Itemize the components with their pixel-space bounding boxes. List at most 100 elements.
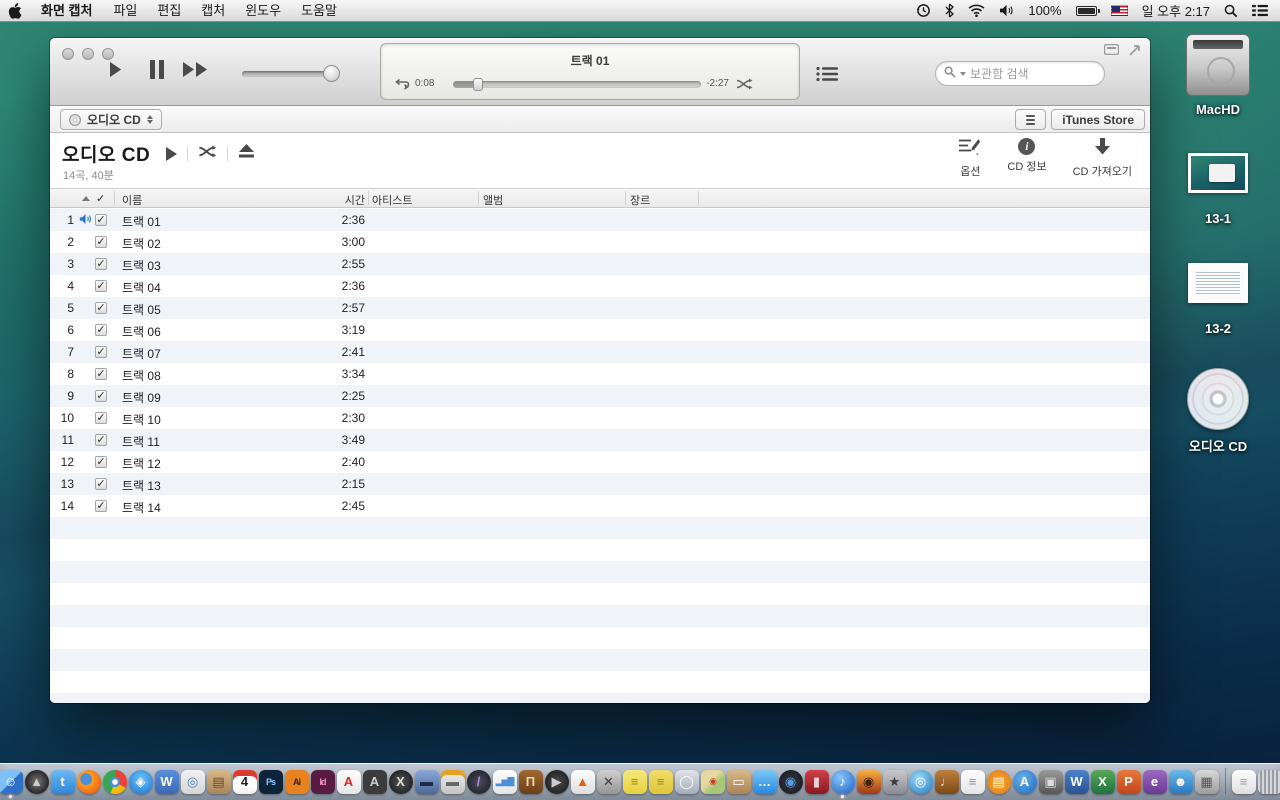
zoom-button[interactable] — [102, 48, 114, 60]
track-checkbox[interactable]: ✓ — [95, 214, 107, 226]
table-row-track-5[interactable]: 5✓트랙 052:57 — [50, 297, 1150, 319]
dock-app-keynote[interactable]: Π — [519, 770, 543, 794]
dock-app-messenger[interactable]: ☻ — [1169, 770, 1193, 794]
track-checkbox[interactable]: ✓ — [95, 434, 107, 446]
track-checkbox[interactable]: ✓ — [95, 346, 107, 358]
dock-app-ibooks[interactable]: ▤ — [987, 770, 1011, 794]
track-checkbox[interactable]: ✓ — [95, 412, 107, 424]
dock-app-finder[interactable]: ☺ — [0, 770, 23, 794]
dock-app-toast[interactable]: ▬ — [415, 770, 439, 794]
dock-app-launchpad[interactable]: ▲ — [25, 770, 49, 794]
cd-import-button[interactable]: CD 가져오기 — [1073, 138, 1132, 179]
dock-app-vlc[interactable]: ▲ — [571, 770, 595, 794]
dock-app-quicktime[interactable]: ▶ — [545, 770, 569, 794]
track-checkbox[interactable]: ✓ — [95, 324, 107, 336]
table-row-track-4[interactable]: 4✓트랙 042:36 — [50, 275, 1150, 297]
dock-app-twitter[interactable]: t — [51, 770, 75, 794]
menu-item-2[interactable]: 편집 — [147, 0, 191, 22]
desktop-icon-13-2[interactable]: 13-2 — [1163, 263, 1273, 336]
previous-track-button[interactable] — [108, 62, 132, 77]
dock-app-firefox[interactable] — [77, 770, 101, 794]
close-button[interactable] — [62, 48, 74, 60]
volume-slider[interactable] — [242, 71, 338, 77]
itunes-store-button[interactable]: iTunes Store — [1051, 109, 1145, 130]
menu-item-1[interactable]: 파일 — [103, 0, 147, 22]
notification-center-icon[interactable] — [1252, 4, 1268, 17]
table-row-track-14[interactable]: 14✓트랙 142:45 — [50, 495, 1150, 517]
eject-icon[interactable] — [238, 144, 255, 163]
dock-app-calendar[interactable]: 4 — [233, 770, 257, 794]
table-row-track-3[interactable]: 3✓트랙 032:55 — [50, 253, 1150, 275]
dock-app-trash[interactable] — [1258, 770, 1280, 794]
track-checkbox[interactable]: ✓ — [95, 456, 107, 468]
dock-app-photo-booth[interactable]: ◉ — [779, 770, 803, 794]
minimize-button[interactable] — [82, 48, 94, 60]
time-machine-icon[interactable] — [916, 3, 931, 18]
dock-app-textedit[interactable]: ≡ — [961, 770, 985, 794]
options-button[interactable]: 옵션 — [959, 138, 981, 179]
dock-app-app-store[interactable]: A — [1013, 770, 1037, 794]
shuffle-icon[interactable] — [736, 77, 753, 95]
dock-app-documents[interactable]: ≡ — [1232, 770, 1256, 794]
column-time[interactable]: 시간 — [305, 192, 365, 208]
dock-app-idvd[interactable]: ◎ — [909, 770, 933, 794]
dock-app-word[interactable]: W — [1065, 770, 1089, 794]
dock-app-toaster[interactable]: ▬ — [441, 770, 465, 794]
dock-app-powerpoint[interactable]: P — [1117, 770, 1141, 794]
column-genre[interactable]: 장르 — [630, 192, 650, 208]
track-checkbox[interactable]: ✓ — [95, 280, 107, 292]
cd-info-button[interactable]: i CD 정보 — [1007, 138, 1046, 179]
column-checkbox-header[interactable]: ✓ — [96, 192, 105, 205]
menu-item-0[interactable]: 화면 캡처 — [30, 0, 103, 22]
dock-app-safari[interactable]: ◈ — [129, 770, 153, 794]
fullscreen-icon[interactable] — [1128, 44, 1141, 57]
dock-app-chrome[interactable] — [103, 770, 127, 794]
dock-app-maps[interactable]: ◉ — [701, 770, 725, 794]
dock-app-photoshop[interactable]: Ps — [259, 770, 283, 794]
dock-app-garageband[interactable]: ♩ — [935, 770, 959, 794]
wifi-icon[interactable] — [968, 4, 985, 17]
dock-app-mailbox[interactable]: ▭ — [727, 770, 751, 794]
media-source-selector[interactable]: 오디오 CD — [60, 109, 162, 130]
volume-knob[interactable] — [323, 65, 340, 82]
table-row-track-2[interactable]: 2✓트랙 023:00 — [50, 231, 1150, 253]
pause-button[interactable] — [150, 60, 165, 79]
dock-app-itunes[interactable]: ♪ — [831, 770, 855, 794]
dock-app-stickies[interactable]: ≡ — [623, 770, 647, 794]
dock-app-entourage[interactable]: e — [1143, 770, 1167, 794]
table-row-track-1[interactable]: 1✓트랙 012:36 — [50, 209, 1150, 231]
dock-app-iphoto[interactable]: ◉ — [857, 770, 881, 794]
input-language-flag-icon[interactable] — [1111, 5, 1128, 16]
track-checkbox[interactable]: ✓ — [95, 478, 107, 490]
column-name[interactable]: 이름 — [122, 192, 142, 208]
search-scope-caret[interactable] — [960, 72, 966, 76]
battery-icon[interactable] — [1076, 6, 1097, 16]
dock-app-excel[interactable]: X — [1091, 770, 1115, 794]
dock-app-contacts[interactable]: ▤ — [207, 770, 231, 794]
track-checkbox[interactable]: ✓ — [95, 236, 107, 248]
dock-app-grab[interactable]: ✕ — [597, 770, 621, 794]
volume-icon[interactable] — [999, 4, 1014, 17]
sort-order-icon[interactable] — [82, 196, 90, 201]
dock-app-ipod[interactable]: ◯ — [675, 770, 699, 794]
shuffle-album-icon[interactable] — [198, 145, 217, 163]
next-track-button[interactable] — [183, 62, 207, 77]
table-row-track-7[interactable]: 7✓트랙 072:41 — [50, 341, 1150, 363]
repeat-icon[interactable] — [394, 77, 410, 95]
miniplayer-icon[interactable] — [1104, 44, 1119, 55]
desktop-icon-audio-cd[interactable]: 오디오 CD — [1163, 368, 1273, 455]
dock-app-notes[interactable]: ≡ — [649, 770, 673, 794]
table-row-track-11[interactable]: 11✓트랙 113:49 — [50, 429, 1150, 451]
dock-app-imovie[interactable]: ★ — [883, 770, 907, 794]
dock-app-messages[interactable]: … — [753, 770, 777, 794]
menu-clock[interactable]: 일 오후 2:17 — [1142, 1, 1210, 20]
dock-app-preview[interactable]: ◎ — [181, 770, 205, 794]
dock-app-acrobat-pro[interactable]: A — [363, 770, 387, 794]
bluetooth-icon[interactable] — [945, 3, 954, 18]
table-row-track-12[interactable]: 12✓트랙 122:40 — [50, 451, 1150, 473]
table-row-track-6[interactable]: 6✓트랙 063:19 — [50, 319, 1150, 341]
dock-app-screen-sharing[interactable]: ▣ — [1039, 770, 1063, 794]
desktop-icon-machd[interactable]: MacHD — [1163, 34, 1273, 117]
dock-app-front-row[interactable]: ▮ — [805, 770, 829, 794]
view-options-button[interactable] — [1015, 109, 1046, 130]
